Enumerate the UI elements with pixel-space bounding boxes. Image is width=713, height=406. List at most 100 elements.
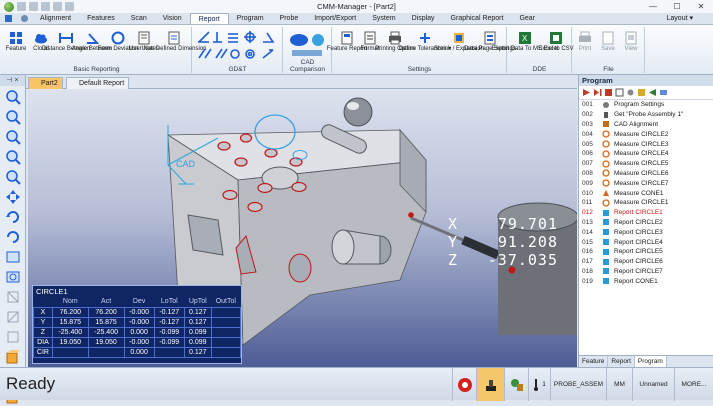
list-item[interactable]: 001 Program Settings — [579, 100, 713, 110]
list-item[interactable]: 006 Measure CIRCLE4 — [579, 149, 713, 159]
excel-to-csv-button[interactable]: Excel to CSV — [538, 30, 574, 53]
tab-display[interactable]: Display — [404, 13, 443, 24]
list-item[interactable]: 004 Measure CIRCLE2 — [579, 129, 713, 139]
tab-program-panel[interactable]: Program — [634, 356, 667, 367]
part-name[interactable]: Unnamed — [632, 368, 674, 401]
probe-assembly-name[interactable]: PROBE_ASSEM — [550, 368, 606, 401]
tab-graphical-report[interactable]: Graphical Report — [443, 13, 512, 24]
minimize-button[interactable]: — — [641, 0, 665, 13]
step-number: 018 — [582, 267, 593, 275]
panel-pin-icon[interactable]: ⊣ × — [0, 75, 25, 86]
list-item[interactable]: 005 Measure CIRCLE3 — [579, 139, 713, 149]
probe-status-icon[interactable] — [504, 368, 528, 401]
view-top-icon[interactable] — [4, 288, 22, 306]
list-item[interactable]: 009 Measure CIRCLE7 — [579, 178, 713, 188]
list-item[interactable]: 019 Report CONE1 — [579, 276, 713, 286]
list-item[interactable]: 014 Report CIRCLE3 — [579, 227, 713, 237]
table-cell: X — [33, 306, 53, 318]
close-button[interactable]: ✕ — [689, 0, 713, 13]
view-front-icon[interactable] — [4, 248, 22, 266]
tab-report-panel[interactable]: Report — [608, 356, 635, 367]
stop-icon[interactable] — [604, 88, 613, 97]
tab-gear[interactable]: Gear — [511, 13, 543, 24]
list-item[interactable]: 013 Report CIRCLE2 — [579, 218, 713, 228]
gdt-symbols-icon[interactable] — [195, 30, 283, 64]
rotate-axis-icon[interactable] — [4, 228, 22, 246]
print-button[interactable]: Print — [573, 30, 597, 53]
tab-features[interactable]: Features — [79, 13, 123, 24]
list-item[interactable]: 003 CAD Alignment — [579, 120, 713, 130]
user-defined-dimension-button[interactable]: User Defined Dimension — [141, 30, 207, 53]
tag-icon[interactable] — [659, 88, 668, 97]
tab-part2[interactable]: Part2 — [28, 77, 63, 89]
pan-icon[interactable] — [4, 188, 22, 206]
units-indicator[interactable]: MM — [606, 368, 632, 401]
cad-comparison-icon[interactable] — [286, 30, 330, 60]
program-panel: Program 001 Program Settings 002 Get "Prob… — [578, 75, 713, 367]
emergency-stop-icon[interactable] — [452, 368, 476, 401]
list-item[interactable]: 015 Report CIRCLE4 — [579, 237, 713, 247]
tab-default-report[interactable]: Default Report — [66, 77, 130, 89]
export-excel-button[interactable]: X Export Data To MS Excel — [492, 30, 558, 53]
list-item[interactable]: 011 Measure CIRCLE1 — [579, 198, 713, 208]
tab-program[interactable]: Program — [229, 13, 272, 24]
new-file-icon[interactable] — [17, 2, 26, 11]
run-icon[interactable] — [582, 88, 591, 97]
maximize-button[interactable]: ☐ — [665, 0, 689, 13]
probe-tip-count: 1 — [528, 368, 550, 401]
list-item[interactable]: 007 Measure CIRCLE5 — [579, 159, 713, 169]
list-item[interactable]: 018 Report CIRCLE7 — [579, 267, 713, 277]
view-button[interactable]: View — [619, 30, 643, 53]
feature-report-button[interactable]: Feature Report — [327, 30, 367, 53]
layout-dropdown[interactable]: Layout ▾ — [667, 13, 693, 24]
table-cell: 0.000 — [123, 326, 155, 338]
jump-icon[interactable] — [648, 88, 657, 97]
zoom-fit-icon[interactable] — [4, 148, 22, 166]
list-item[interactable]: 016 Report CIRCLE5 — [579, 247, 713, 257]
list-item[interactable]: 010 Measure CONE1 — [579, 188, 713, 198]
view-cube-icon[interactable] — [4, 348, 22, 366]
list-item-selected[interactable]: 012 Report CIRCLE1 — [579, 208, 713, 218]
view-side-icon[interactable] — [4, 308, 22, 326]
app-logo-icon[interactable] — [4, 1, 14, 12]
feature-button[interactable]: Feature — [4, 30, 28, 53]
group-label-basic-reporting: Basic Reporting — [73, 66, 120, 73]
redo-icon[interactable] — [65, 2, 74, 11]
tab-import-export[interactable]: Import/Export — [306, 13, 364, 24]
open-file-icon[interactable] — [29, 2, 38, 11]
zoom-out-icon[interactable] — [4, 108, 22, 126]
group-gdt: GD&T — [193, 27, 283, 73]
list-item[interactable]: 008 Measure CIRCLE6 — [579, 169, 713, 179]
zoom-window-icon[interactable] — [4, 128, 22, 146]
edit-icon[interactable] — [637, 88, 646, 97]
rotate-icon[interactable] — [4, 208, 22, 226]
view-iso-icon[interactable] — [4, 328, 22, 346]
new-program-icon[interactable] — [615, 88, 624, 97]
settings-icon[interactable] — [626, 88, 635, 97]
tab-report[interactable]: Report — [189, 13, 229, 24]
form-deviation-button[interactable]: Form Deviation — [98, 30, 138, 53]
step-label: Report CIRCLE5 — [614, 248, 663, 256]
probe-count-text: 1 — [542, 381, 546, 388]
zoom-in-icon[interactable] — [4, 88, 22, 106]
quick-home-icon[interactable] — [0, 13, 16, 24]
undo-icon[interactable] — [53, 2, 62, 11]
more-button[interactable]: MORE... — [674, 368, 713, 401]
zoom-all-icon[interactable] — [4, 168, 22, 186]
quick-access-icon[interactable] — [16, 13, 32, 24]
tab-vision[interactable]: Vision — [155, 13, 190, 24]
save-icon[interactable] — [41, 2, 50, 11]
tab-probe[interactable]: Probe — [272, 13, 307, 24]
list-item[interactable]: 017 Report CIRCLE6 — [579, 257, 713, 267]
tab-system[interactable]: System — [364, 13, 403, 24]
step-number: 014 — [582, 228, 593, 236]
step-icon[interactable] — [593, 88, 602, 97]
tab-feature[interactable]: Feature — [579, 356, 609, 367]
tab-alignment[interactable]: Alignment — [32, 13, 79, 24]
view-search-icon[interactable] — [4, 268, 22, 286]
list-item[interactable]: 002 Get "Probe Assembly 1" — [579, 110, 713, 120]
machine-icon[interactable] — [476, 368, 504, 401]
save-button[interactable]: Save — [596, 30, 620, 53]
tab-scan[interactable]: Scan — [123, 13, 155, 24]
table-cell: -25.400 — [87, 326, 125, 338]
